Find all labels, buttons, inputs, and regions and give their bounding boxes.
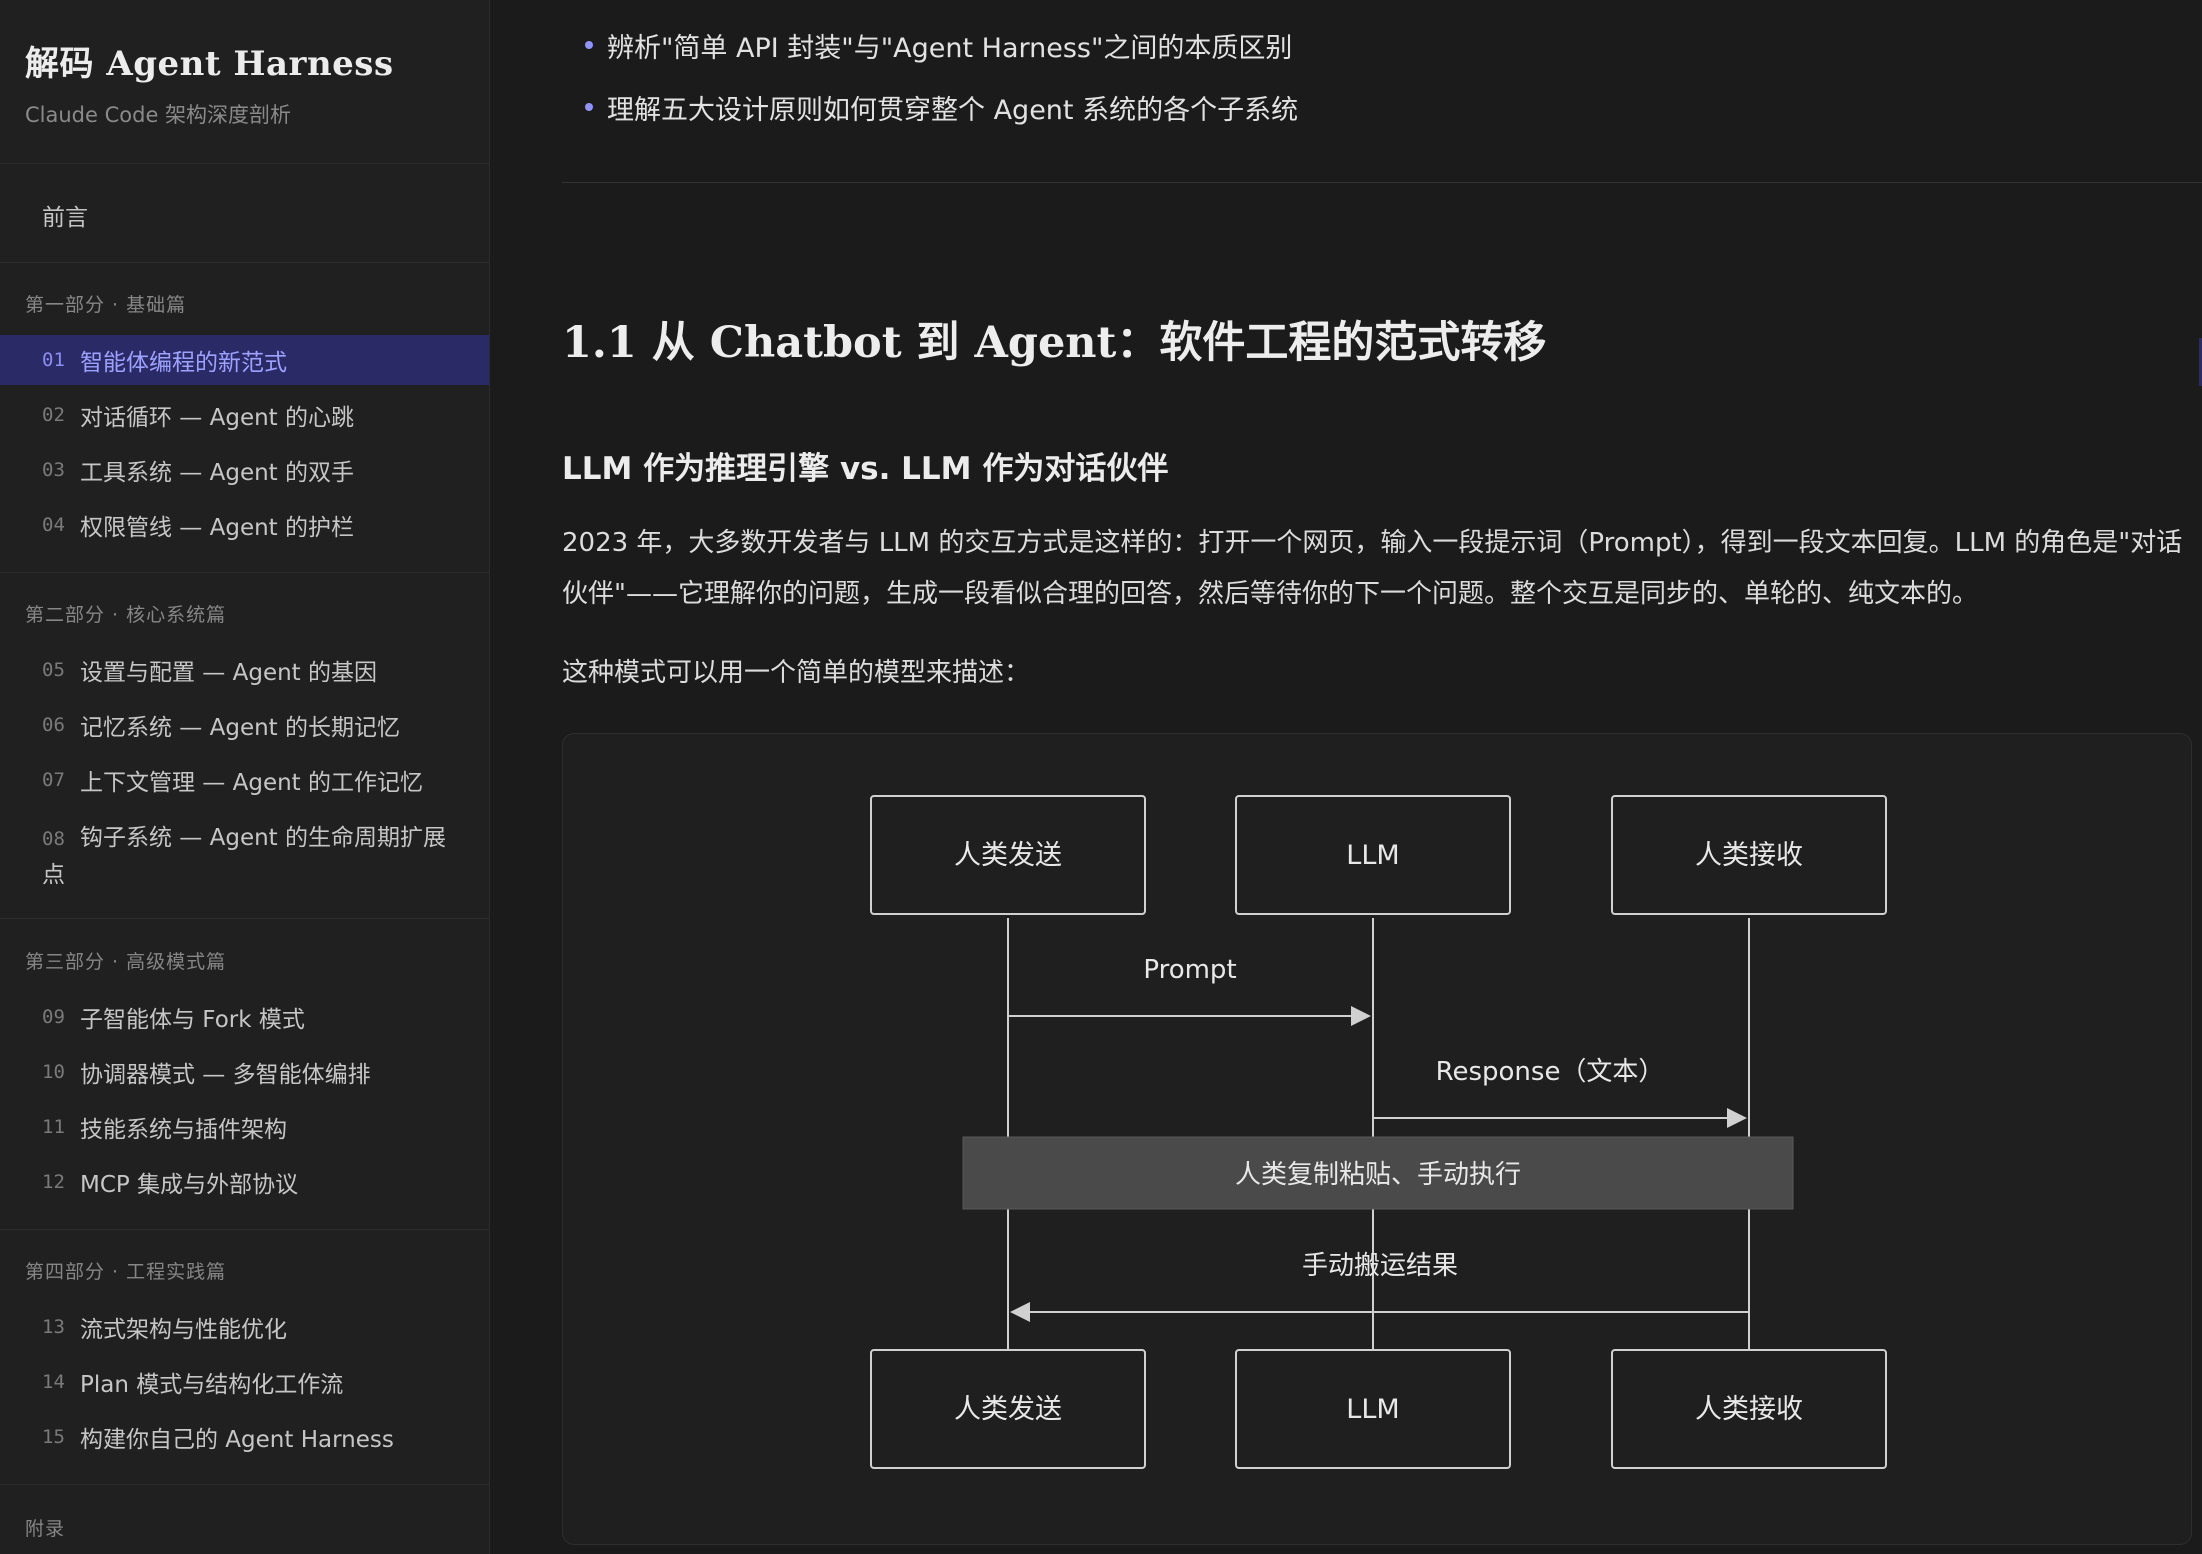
sidebar-item-label: MCP 集成与外部协议	[80, 1172, 299, 1198]
chapter-number: 05	[42, 659, 65, 681]
chapter-number: 10	[42, 1061, 65, 1083]
sidebar-item-chapter-14[interactable]: 14 Plan 模式与结构化工作流	[0, 1357, 489, 1407]
brand-title[interactable]: 解码 Agent Harness	[25, 36, 394, 85]
bullet-icon	[585, 41, 593, 49]
brand: 解码 Agent Harness Claude Code 架构深度剖析	[25, 36, 394, 129]
chapter-number: 08	[42, 828, 65, 850]
sidebar-divider	[0, 262, 489, 263]
participant-label: 人类发送	[954, 840, 1062, 871]
sidebar-item-chapter-15[interactable]: 15 构建你自己的 Agent Harness	[0, 1412, 489, 1462]
sidebar-item-label: 工具系统 — Agent 的双手	[80, 460, 355, 486]
section-heading-appendix: 附录	[25, 1518, 66, 1540]
sidebar-divider	[0, 918, 489, 919]
section-heading: 1.1 从 Chatbot 到 Agent：软件工程的范式转移	[562, 318, 1547, 368]
participant-label: LLM	[1346, 840, 1399, 871]
chapter-number: 03	[42, 459, 65, 481]
sequence-diagram: 人类发送 LLM 人类接收 Prompt Response（文本） 人类复制粘贴…	[562, 733, 2192, 1545]
sidebar-item-chapter-12[interactable]: 12 MCP 集成与外部协议	[0, 1157, 489, 1207]
participant-label: 人类发送	[954, 1394, 1062, 1425]
sidebar-item-label: 构建你自己的 Agent Harness	[80, 1427, 394, 1453]
list-item-text: 辨析"简单 API 封装"与"Agent Harness"之间的本质区别	[607, 32, 1293, 64]
sidebar-divider	[0, 572, 489, 573]
sidebar-item-label: 协调器模式 — 多智能体编排	[80, 1062, 371, 1088]
chapter-number: 01	[42, 349, 65, 371]
body-paragraph: 这种模式可以用一个简单的模型来描述：	[562, 658, 1031, 688]
chapter-number: 14	[42, 1371, 65, 1393]
section-heading-part2: 第二部分 · 核心系统篇	[25, 604, 227, 626]
participant-label: 人类接收	[1695, 840, 1803, 871]
sidebar-item-label: Plan 模式与结构化工作流	[80, 1372, 344, 1398]
sidebar-item-chapter-03[interactable]: 03 工具系统 — Agent 的双手	[0, 445, 489, 495]
app-window: 解码 Agent Harness Claude Code 架构深度剖析 前言 第…	[0, 0, 2202, 1554]
sidebar-item-label: 前言	[42, 205, 88, 231]
body-paragraph: 2023 年，大多数开发者与 LLM 的交互方式是这样的：打开一个网页，输入一段…	[562, 528, 2183, 609]
message-label: 手动搬运结果	[1302, 1251, 1458, 1281]
sidebar-item-chapter-04[interactable]: 04 权限管线 — Agent 的护栏	[0, 500, 489, 550]
note-label: 人类复制粘贴、手动执行	[1235, 1160, 1521, 1190]
list-item: 理解五大设计原则如何贯穿整个 Agent 系统的各个子系统	[585, 76, 1298, 138]
section-heading-part1: 第一部分 · 基础篇	[25, 294, 187, 316]
chapter-number: 13	[42, 1316, 65, 1338]
sidebar-item-label: 记忆系统 — Agent 的长期记忆	[80, 715, 401, 741]
sidebar-item-chapter-13[interactable]: 13 流式架构与性能优化	[0, 1302, 489, 1352]
sidebar-item-label: 对话循环 — Agent 的心跳	[80, 405, 355, 431]
chapter-number: 06	[42, 714, 65, 736]
chapter-number: 04	[42, 514, 65, 536]
sidebar-item-chapter-01[interactable]: 01 智能体编程的新范式	[0, 335, 489, 385]
sidebar-divider	[0, 1484, 489, 1485]
sidebar-item-label: 设置与配置 — Agent 的基因	[80, 660, 378, 686]
sidebar-item-chapter-11[interactable]: 11 技能系统与插件架构	[0, 1102, 489, 1152]
sidebar-item-preface[interactable]: 前言	[0, 190, 489, 240]
sidebar-item-label: 钩子系统 — Agent 的生命周期扩展点	[42, 825, 447, 888]
section-heading-part3: 第三部分 · 高级模式篇	[25, 951, 227, 973]
objectives-list: 辨析"简单 API 封装"与"Agent Harness"之间的本质区别 理解五…	[585, 14, 1298, 138]
chapter-number: 12	[42, 1171, 65, 1193]
sidebar-item-label: 上下文管理 — Agent 的工作记忆	[80, 770, 424, 796]
sidebar-item-chapter-06[interactable]: 06 记忆系统 — Agent 的长期记忆	[0, 700, 489, 750]
chapter-number: 02	[42, 404, 65, 426]
participant-label: LLM	[1346, 1394, 1399, 1425]
sidebar-divider	[0, 1229, 489, 1230]
sidebar-item-chapter-09[interactable]: 09 子智能体与 Fork 模式	[0, 992, 489, 1042]
sidebar-item-chapter-10[interactable]: 10 协调器模式 — 多智能体编排	[0, 1047, 489, 1097]
chapter-number: 15	[42, 1426, 65, 1448]
list-item: 辨析"简单 API 封装"与"Agent Harness"之间的本质区别	[585, 14, 1298, 76]
chapter-number: 11	[42, 1116, 65, 1138]
sidebar-item-label: 流式架构与性能优化	[80, 1317, 287, 1343]
sidebar-item-chapter-08[interactable]: 08 钩子系统 — Agent 的生命周期扩展点	[0, 808, 489, 888]
message-label: Response（文本）	[1436, 1057, 1665, 1087]
sidebar-item-chapter-05[interactable]: 05 设置与配置 — Agent 的基因	[0, 645, 489, 695]
sidebar-item-label: 子智能体与 Fork 模式	[80, 1007, 305, 1033]
main-content: 辨析"简单 API 封装"与"Agent Harness"之间的本质区别 理解五…	[490, 0, 2202, 1554]
chapter-number: 07	[42, 769, 65, 791]
sidebar-item-label: 技能系统与插件架构	[80, 1117, 287, 1143]
section-divider	[562, 182, 2202, 183]
subsection-heading: LLM 作为推理引擎 vs. LLM 作为对话伙伴	[562, 451, 1169, 487]
sidebar-item-chapter-07[interactable]: 07 上下文管理 — Agent 的工作记忆	[0, 755, 489, 805]
sidebar-item-label: 权限管线 — Agent 的护栏	[80, 515, 355, 541]
sidebar-divider	[0, 163, 489, 164]
message-label: Prompt	[1143, 955, 1236, 985]
brand-subtitle: Claude Code 架构深度剖析	[25, 103, 292, 127]
sidebar-item-chapter-02[interactable]: 02 对话循环 — Agent 的心跳	[0, 390, 489, 440]
sidebar: 解码 Agent Harness Claude Code 架构深度剖析 前言 第…	[0, 0, 490, 1554]
chapter-number: 09	[42, 1006, 65, 1028]
participant-label: 人类接收	[1695, 1394, 1803, 1425]
sidebar-item-label: 智能体编程的新范式	[80, 350, 287, 376]
bullet-icon	[585, 103, 593, 111]
sequence-diagram-svg: 人类发送 LLM 人类接收 Prompt Response（文本） 人类复制粘贴…	[870, 795, 1887, 1469]
list-item-text: 理解五大设计原则如何贯穿整个 Agent 系统的各个子系统	[607, 94, 1299, 126]
section-heading-part4: 第四部分 · 工程实践篇	[25, 1261, 227, 1283]
